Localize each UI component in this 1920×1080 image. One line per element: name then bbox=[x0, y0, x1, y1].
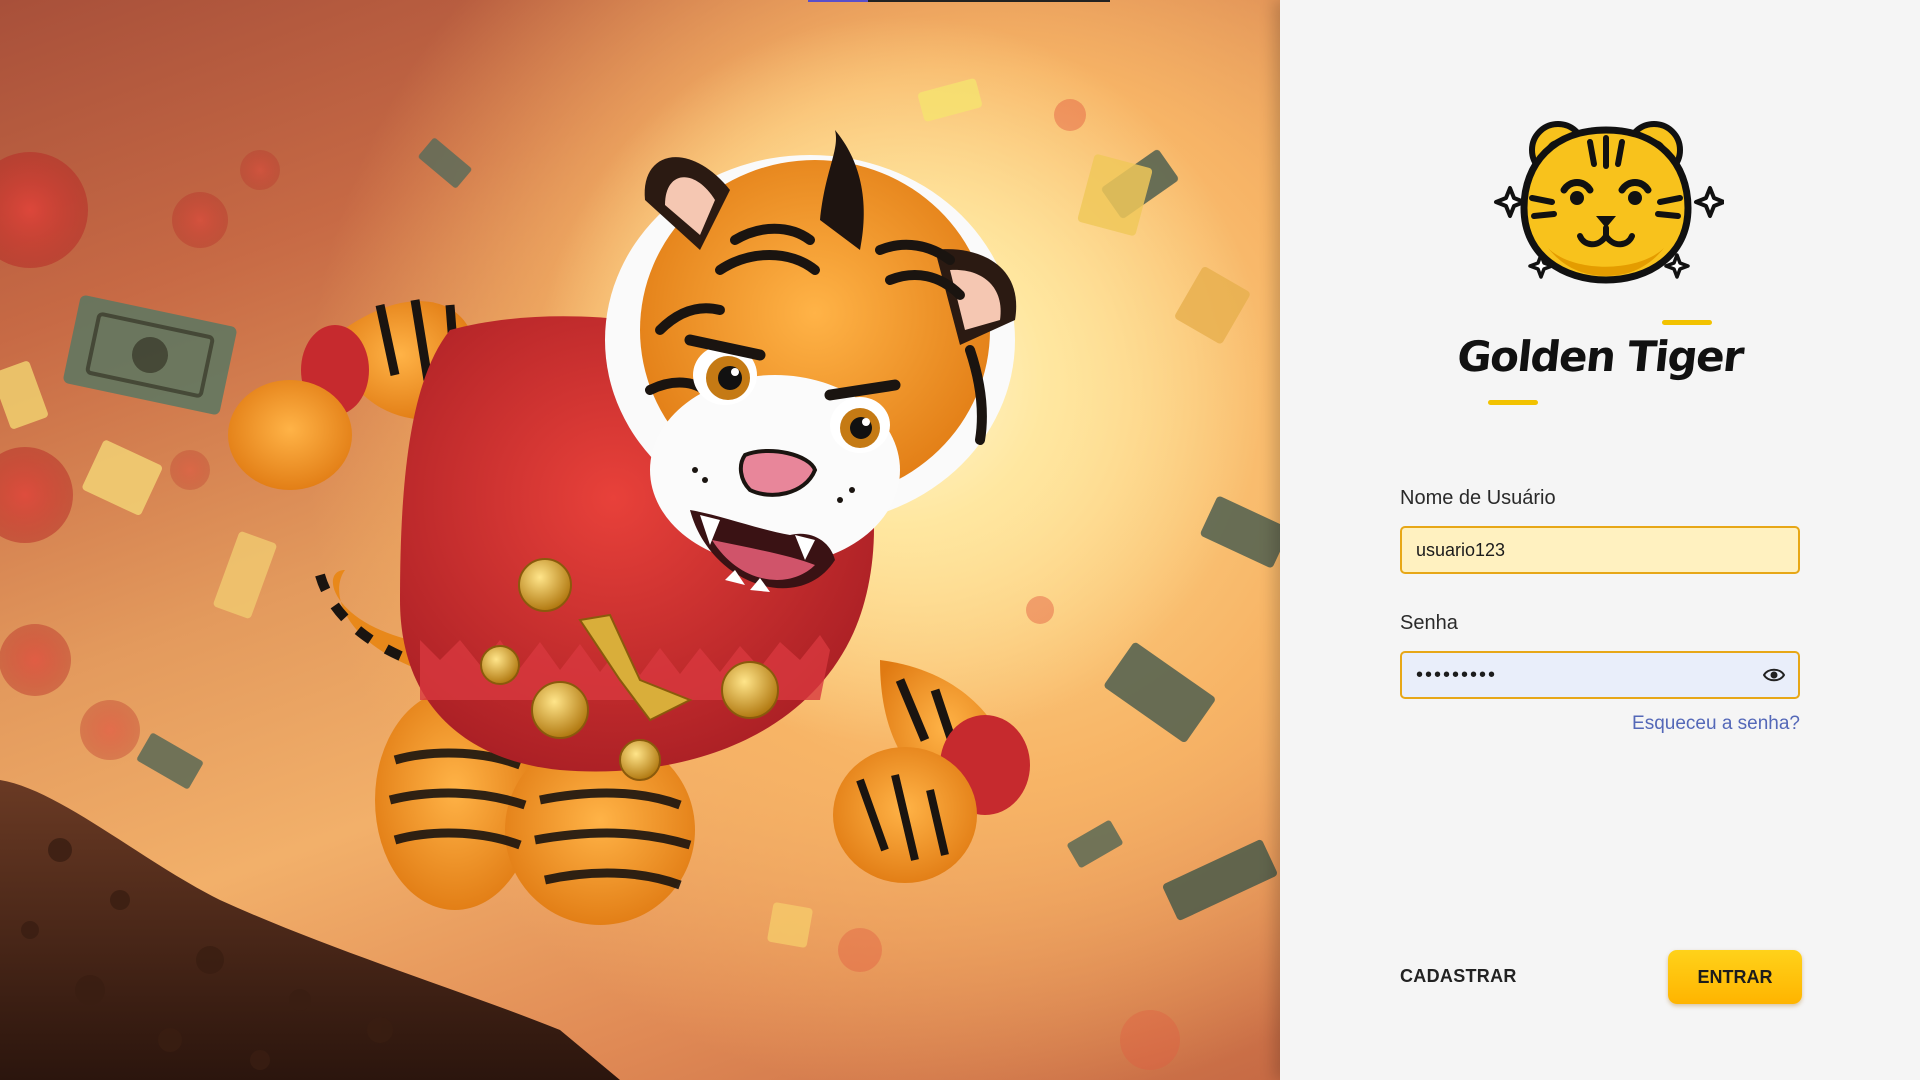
tiger-face-icon bbox=[1494, 121, 1724, 284]
hero-image bbox=[0, 0, 1280, 1080]
brand-name: Golden Tiger bbox=[1454, 332, 1746, 381]
brand-accent-bar-bottom bbox=[1488, 400, 1538, 405]
password-input[interactable] bbox=[1400, 651, 1800, 699]
password-label: Senha bbox=[1400, 612, 1458, 634]
eye-icon[interactable] bbox=[1763, 665, 1785, 685]
brand-accent-bar-top bbox=[1662, 320, 1712, 325]
register-button[interactable]: CADASTRAR bbox=[1400, 961, 1517, 991]
login-button[interactable]: ENTRAR bbox=[1668, 950, 1802, 1004]
username-label: Nome de Usuário bbox=[1400, 487, 1556, 509]
username-input[interactable] bbox=[1400, 526, 1800, 574]
forgot-password-link[interactable]: Esqueceu a senha? bbox=[1632, 713, 1800, 735]
login-panel: Golden Tiger Nome de Usuário Senha Esque… bbox=[1280, 0, 1920, 1080]
tiger-mascot-illustration bbox=[0, 78, 1280, 1080]
